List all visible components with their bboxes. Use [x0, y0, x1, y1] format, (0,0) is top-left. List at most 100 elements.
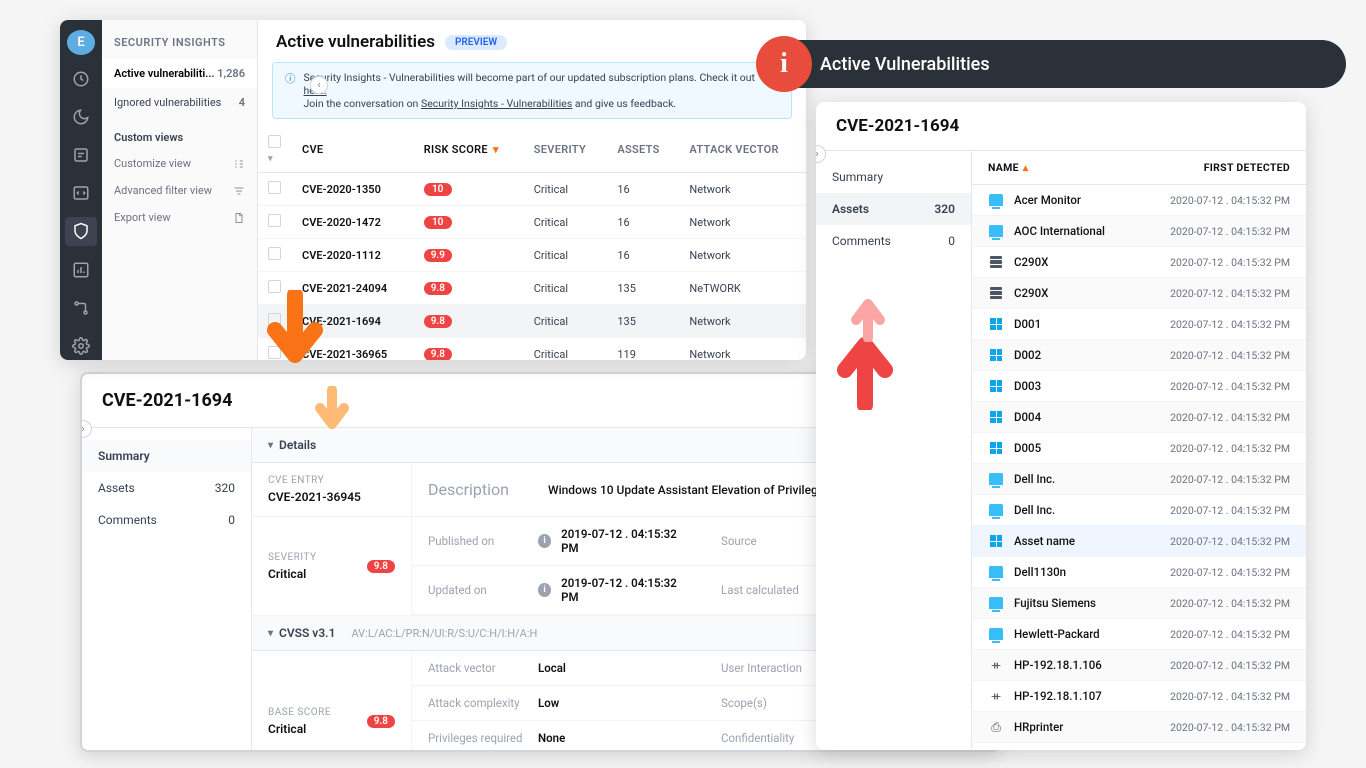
col-risk[interactable]: RISK SCORE ▾	[414, 127, 524, 173]
sidebar-view-item[interactable]: Advanced filter view	[102, 177, 257, 204]
detail-title: CVE-2021-1694	[102, 390, 232, 411]
nav-code-icon[interactable]	[65, 179, 97, 207]
monitor-icon	[988, 565, 1004, 579]
col-vector[interactable]: ATTACK VECTOR	[679, 127, 806, 173]
monitor-icon	[988, 193, 1004, 207]
net-icon: ᚑ	[988, 658, 1004, 672]
assets-window: CVE-2021-1694 › Summary Assets320 Commen…	[816, 102, 1306, 750]
notice-link-feedback[interactable]: Security Insights - Vulnerabilities	[421, 97, 572, 110]
asset-row[interactable]: Fujitsu Siemens2020-07-12 . 04:15:32 PM	[972, 588, 1306, 619]
col-severity[interactable]: SEVERITY	[524, 127, 608, 173]
tab-comments[interactable]: Comments0	[82, 504, 251, 536]
row-checkbox[interactable]	[268, 214, 281, 227]
nav-moon-icon[interactable]	[65, 103, 97, 131]
sidebar-header: SECURITY INSIGHTS	[102, 32, 257, 59]
assets-col-date[interactable]: FIRST DETECTED	[1204, 161, 1290, 174]
assets-title: CVE-2021-1694	[816, 102, 1306, 151]
server-icon	[988, 255, 1004, 269]
win-icon	[988, 410, 1004, 424]
asset-row[interactable]: ᚑ HP-192.18.1.1072020-07-12 . 04:15:32 P…	[972, 681, 1306, 712]
sidebar-item[interactable]: Active vulnerabiliti...1,286	[102, 59, 257, 88]
nav-shield-icon[interactable]	[65, 217, 97, 245]
nav-chart-icon[interactable]	[65, 256, 97, 284]
net-icon: ᚑ	[988, 689, 1004, 703]
sidebar: SECURITY INSIGHTS Active vulnerabiliti..…	[102, 20, 258, 360]
asset-row[interactable]: D0022020-07-12 . 04:15:32 PM	[972, 340, 1306, 371]
info-icon: i	[756, 36, 812, 92]
select-all-checkbox[interactable]	[268, 135, 281, 148]
vuln-row[interactable]: CVE-2020-1350 10 Critical16Network	[258, 173, 806, 206]
print-icon: ⎙	[988, 720, 1004, 734]
asset-row[interactable]: D0052020-07-12 . 04:15:32 PM	[972, 433, 1306, 464]
monitor-icon	[988, 627, 1004, 641]
vulnerabilities-table: ▾ CVE RISK SCORE ▾ SEVERITY ASSETS ATTAC…	[258, 127, 806, 360]
nav-flow-icon[interactable]	[65, 294, 97, 322]
asset-row[interactable]: D0042020-07-12 . 04:15:32 PM	[972, 402, 1306, 433]
win-icon	[988, 379, 1004, 393]
win-icon	[988, 534, 1004, 548]
tab-summary[interactable]: Summary	[82, 440, 251, 472]
nav-settings-icon[interactable]	[65, 332, 97, 360]
win-icon	[988, 441, 1004, 455]
col-assets[interactable]: ASSETS	[607, 127, 679, 173]
preview-badge: PREVIEW	[445, 35, 507, 50]
vulnerabilities-window: E SECURITY INSIGHTS Active vulnerabiliti…	[60, 20, 806, 360]
detail-collapse-icon[interactable]: ›	[80, 420, 92, 438]
arrow-up-icon	[830, 330, 900, 410]
asset-row[interactable]: ᚑ HP-192.18.1.1062020-07-12 . 04:15:32 P…	[972, 650, 1306, 681]
asset-row[interactable]: D0012020-07-12 . 04:15:32 PM	[972, 309, 1306, 340]
asset-row[interactable]: Dell Inc.2020-07-12 . 04:15:32 PM	[972, 495, 1306, 526]
server-icon	[988, 286, 1004, 300]
base-score: 9.8	[367, 715, 395, 728]
monitor-icon	[988, 596, 1004, 610]
page-banner: i Active Vulnerabilities	[760, 40, 1346, 88]
banner-title: Active Vulnerabilities	[820, 54, 990, 75]
sidebar-view-item[interactable]: Export view	[102, 204, 257, 231]
tab-assets[interactable]: Assets320	[82, 472, 251, 504]
assets-col-name[interactable]: NAME▴	[988, 161, 1204, 174]
monitor-icon	[988, 472, 1004, 486]
sidebar-view-item[interactable]: Customize view	[102, 150, 257, 177]
sidebar-collapse-icon[interactable]: ‹	[310, 76, 328, 94]
monitor-icon	[988, 224, 1004, 238]
row-checkbox[interactable]	[268, 247, 281, 260]
base-score-label: Critical	[268, 722, 331, 736]
asset-row[interactable]: D0032020-07-12 . 04:15:32 PM	[972, 371, 1306, 402]
win-icon	[988, 317, 1004, 331]
arrow-down-icon	[312, 386, 352, 432]
vuln-row[interactable]: CVE-2021-24094 9.8 Critical135NeTWORK	[258, 272, 806, 305]
vuln-row[interactable]: CVE-2021-1694 9.8 Critical135Network	[258, 305, 806, 338]
nav-dashboard-icon[interactable]	[65, 65, 97, 93]
severity-value: Critical	[268, 567, 316, 581]
user-avatar[interactable]: E	[67, 30, 95, 55]
sidebar-custom-header: Custom views	[102, 117, 257, 150]
asset-row[interactable]: Dell1130n2020-07-12 . 04:15:32 PM	[972, 557, 1306, 588]
info-icon[interactable]: i	[538, 534, 551, 548]
asset-row[interactable]: C290X2020-07-12 . 04:15:32 PM	[972, 278, 1306, 309]
sidebar-item[interactable]: Ignored vulnerabilities4	[102, 88, 257, 117]
asset-row[interactable]: Hewlett-Packard2020-07-12 . 04:15:32 PM	[972, 619, 1306, 650]
asset-row[interactable]: AOC International2020-07-12 . 04:15:32 P…	[972, 216, 1306, 247]
arrow-up-icon	[848, 296, 888, 342]
asset-row[interactable]: ⎙ HRprinter2020-07-12 . 04:15:32 PM	[972, 712, 1306, 743]
asset-row[interactable]: Acer Monitor2020-07-12 . 04:15:32 PM	[972, 185, 1306, 216]
asset-row[interactable]: Asset name2020-07-12 . 04:15:32 PM	[972, 526, 1306, 557]
assets-tab-assets[interactable]: Assets320	[816, 193, 971, 225]
info-icon[interactable]: i	[538, 583, 551, 597]
nav-rail: E	[60, 20, 102, 360]
asset-row[interactable]: C290X2020-07-12 . 04:15:32 PM	[972, 247, 1306, 278]
content-panel: Active vulnerabilities PREVIEW ⓘ Securit…	[258, 20, 806, 360]
info-icon: ⓘ	[285, 71, 296, 110]
page-title: Active vulnerabilities	[276, 32, 435, 52]
win-icon	[988, 348, 1004, 362]
row-checkbox[interactable]	[268, 181, 281, 194]
vuln-row[interactable]: CVE-2020-1472 10 Critical16Network	[258, 206, 806, 239]
severity-score: 9.8	[367, 560, 395, 573]
asset-row[interactable]: Dell Inc.2020-07-12 . 04:15:32 PM	[972, 464, 1306, 495]
vuln-row[interactable]: CVE-2020-1112 9.9 Critical16Network	[258, 239, 806, 272]
vuln-row[interactable]: CVE-2021-36965 9.8 Critical119Network	[258, 338, 806, 361]
assets-tab-summary[interactable]: Summary	[816, 161, 971, 193]
assets-tab-comments[interactable]: Comments0	[816, 225, 971, 257]
nav-report-icon[interactable]	[65, 141, 97, 169]
col-cve[interactable]: CVE	[292, 127, 414, 173]
